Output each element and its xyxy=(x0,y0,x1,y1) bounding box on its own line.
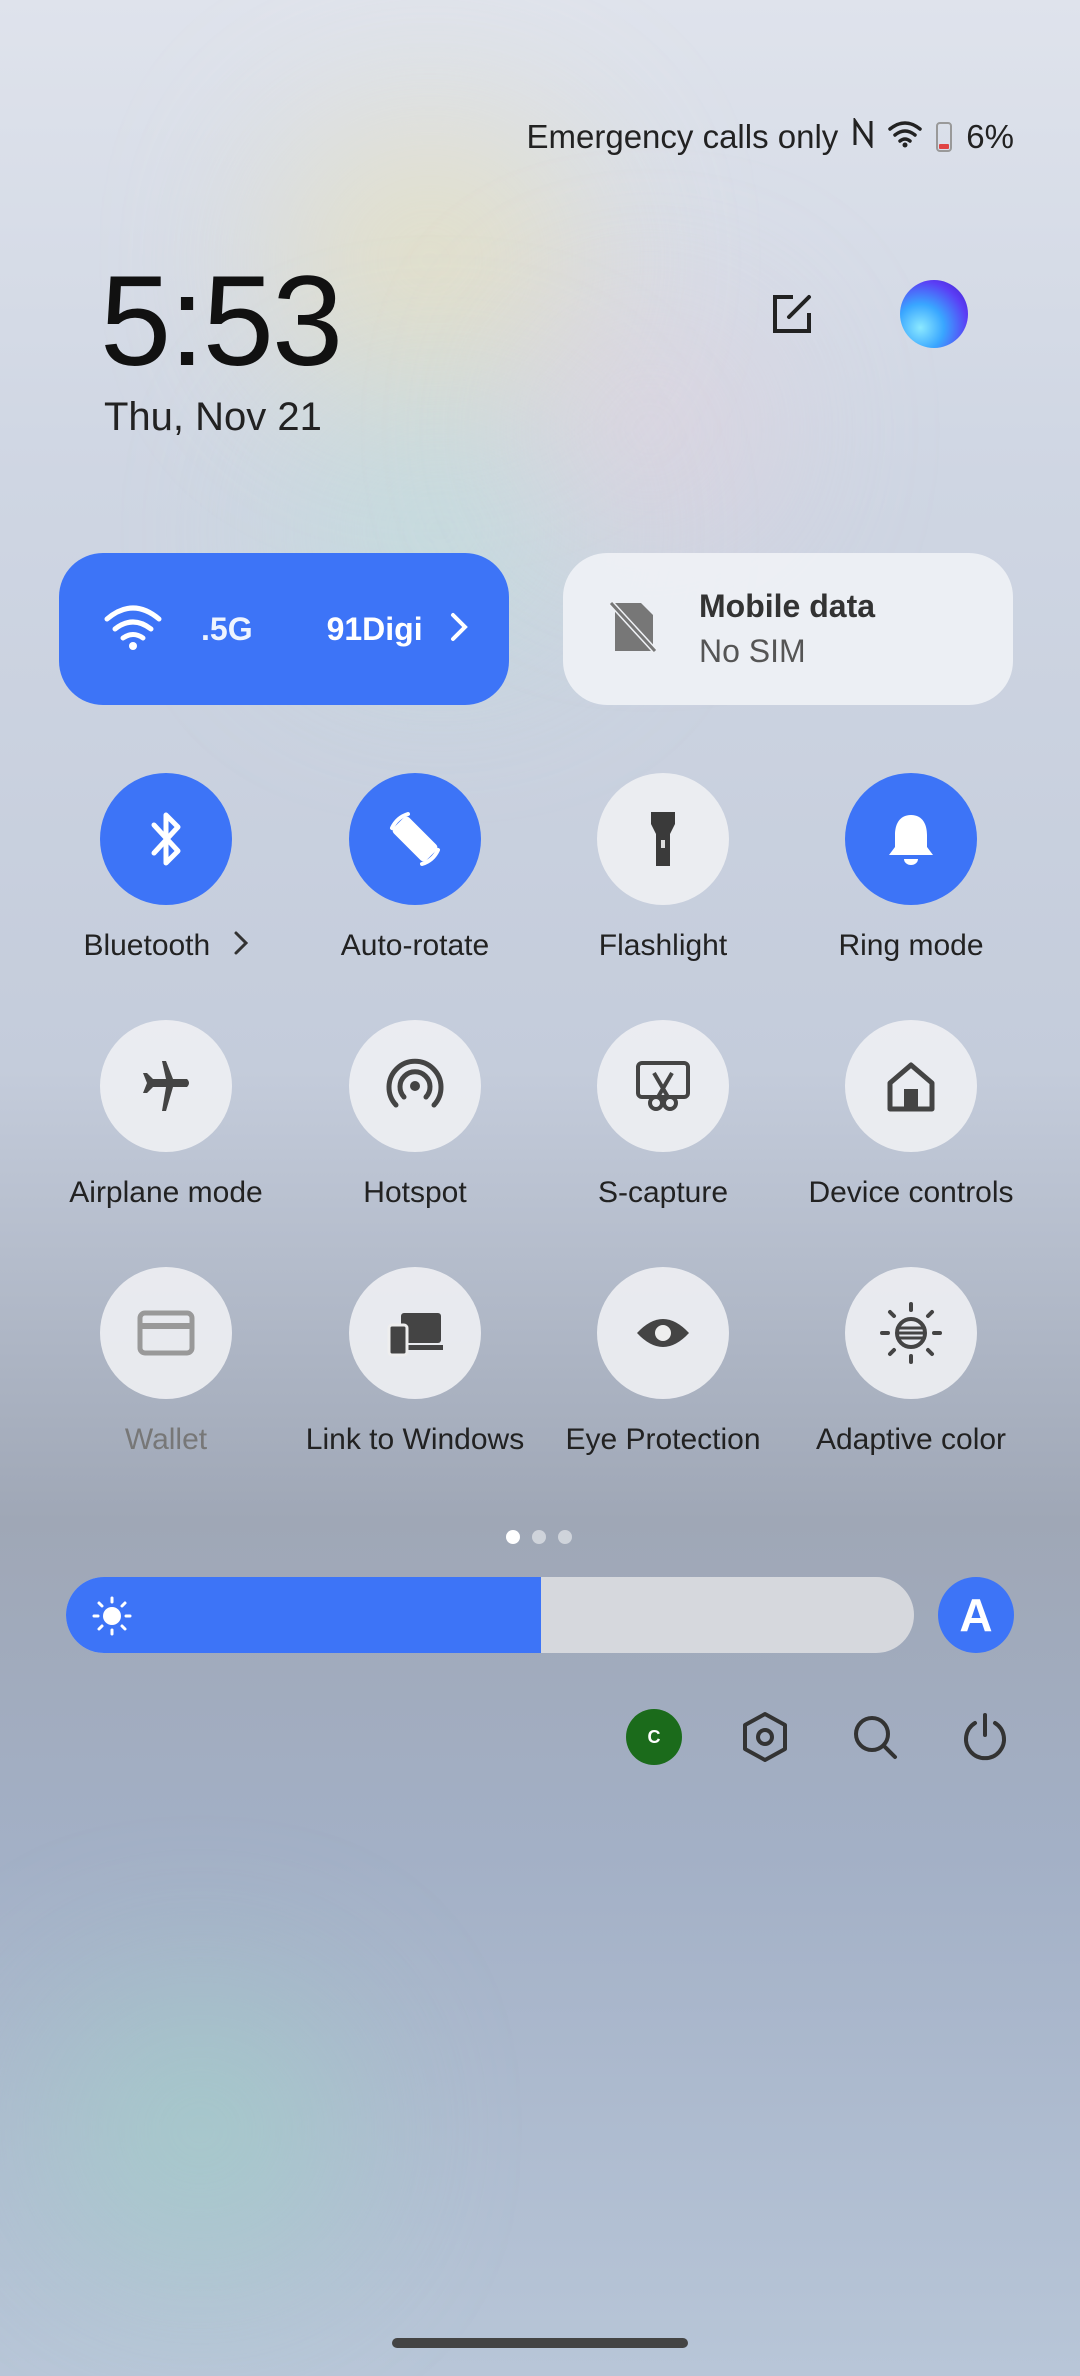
search-icon[interactable] xyxy=(847,1709,903,1765)
tile-label: Bluetooth xyxy=(46,929,286,964)
tile-link-to-windows[interactable]: Link to Windows xyxy=(295,1267,535,1457)
tile-label: Auto-rotate xyxy=(340,929,490,962)
home-indicator[interactable] xyxy=(392,2338,688,2348)
flashlight-icon[interactable] xyxy=(597,773,729,905)
mobile-data-status: No SIM xyxy=(699,633,806,669)
wifi-icon xyxy=(103,603,163,656)
wallet-icon[interactable] xyxy=(100,1267,232,1399)
bell-icon[interactable] xyxy=(845,773,977,905)
airplane-icon[interactable] xyxy=(100,1020,232,1152)
auto-brightness-button[interactable]: A xyxy=(938,1577,1014,1653)
tile-device-controls[interactable]: Device controls xyxy=(791,1020,1031,1210)
tile-s-capture[interactable]: S-capture xyxy=(543,1020,783,1210)
battery-percent: 6% xyxy=(966,118,1014,155)
tile-label: Link to Windows xyxy=(305,1423,525,1456)
background-glow xyxy=(60,2000,340,2260)
nfc-icon xyxy=(852,116,874,156)
tile-eye-protection[interactable]: Eye Protection xyxy=(543,1267,783,1457)
tile-adaptive-color[interactable]: Adaptive color xyxy=(791,1267,1031,1457)
wifi-status-icon xyxy=(888,118,923,156)
clock: 5:53 xyxy=(100,250,343,393)
adaptive-color-icon[interactable] xyxy=(845,1267,977,1399)
tile-hotspot[interactable]: Hotspot xyxy=(295,1020,535,1210)
page-indicator xyxy=(506,1530,572,1544)
rotate-icon[interactable] xyxy=(349,773,481,905)
battery-icon xyxy=(936,122,953,152)
account-avatar[interactable]: C xyxy=(626,1709,682,1765)
page-dot[interactable] xyxy=(558,1530,572,1544)
carrier-text: Emergency calls only xyxy=(526,118,839,155)
background-glow xyxy=(540,330,760,530)
power-icon[interactable] xyxy=(957,1709,1013,1765)
tile-label: Eye Protection xyxy=(565,1423,761,1456)
wifi-tile[interactable]: .5G 91Digi xyxy=(59,553,509,705)
tile-label: S-capture xyxy=(597,1176,729,1209)
page-dot[interactable] xyxy=(506,1530,520,1544)
home-icon[interactable] xyxy=(845,1020,977,1152)
tile-label: Flashlight xyxy=(598,929,728,962)
tile-bluetooth[interactable]: Bluetooth xyxy=(46,773,286,964)
chevron-right-icon[interactable] xyxy=(449,611,469,648)
no-sim-icon xyxy=(607,599,659,660)
brightness-fill xyxy=(66,1577,541,1653)
chevron-right-icon[interactable] xyxy=(233,930,249,964)
hotspot-icon[interactable] xyxy=(349,1020,481,1152)
status-bar: Emergency calls only 6% xyxy=(526,116,1014,156)
tile-label: Adaptive color xyxy=(815,1423,1007,1456)
tile-ring-mode[interactable]: Ring mode xyxy=(791,773,1031,963)
eye-icon[interactable] xyxy=(597,1267,729,1399)
wifi-ssid: 91Digi xyxy=(326,610,423,647)
tile-label: Wallet xyxy=(124,1423,208,1456)
link-devices-icon[interactable] xyxy=(349,1267,481,1399)
settings-icon[interactable] xyxy=(737,1709,793,1765)
tile-label: Ring mode xyxy=(838,929,984,962)
tile-airplane-mode[interactable]: Airplane mode xyxy=(46,1020,286,1210)
tile-label: Device controls xyxy=(808,1176,1014,1209)
tile-label: Hotspot xyxy=(363,1176,467,1209)
bluetooth-icon[interactable] xyxy=(100,773,232,905)
tile-label: Airplane mode xyxy=(69,1176,263,1209)
page-dot[interactable] xyxy=(532,1530,546,1544)
brightness-slider[interactable] xyxy=(66,1577,914,1653)
wifi-ssid-part: .5G xyxy=(201,610,253,647)
date: Thu, Nov 21 xyxy=(104,395,322,439)
tile-auto-rotate[interactable]: Auto-rotate xyxy=(295,773,535,963)
assistant-orb-icon[interactable] xyxy=(900,280,968,348)
edit-icon[interactable] xyxy=(756,280,826,350)
tile-wallet[interactable]: Wallet xyxy=(46,1267,286,1457)
mobile-data-title: Mobile data xyxy=(699,588,876,624)
scissors-icon[interactable] xyxy=(597,1020,729,1152)
mobile-data-tile[interactable]: Mobile data No SIM xyxy=(563,553,1013,705)
sun-icon xyxy=(92,1596,132,1641)
tile-flashlight[interactable]: Flashlight xyxy=(543,773,783,963)
